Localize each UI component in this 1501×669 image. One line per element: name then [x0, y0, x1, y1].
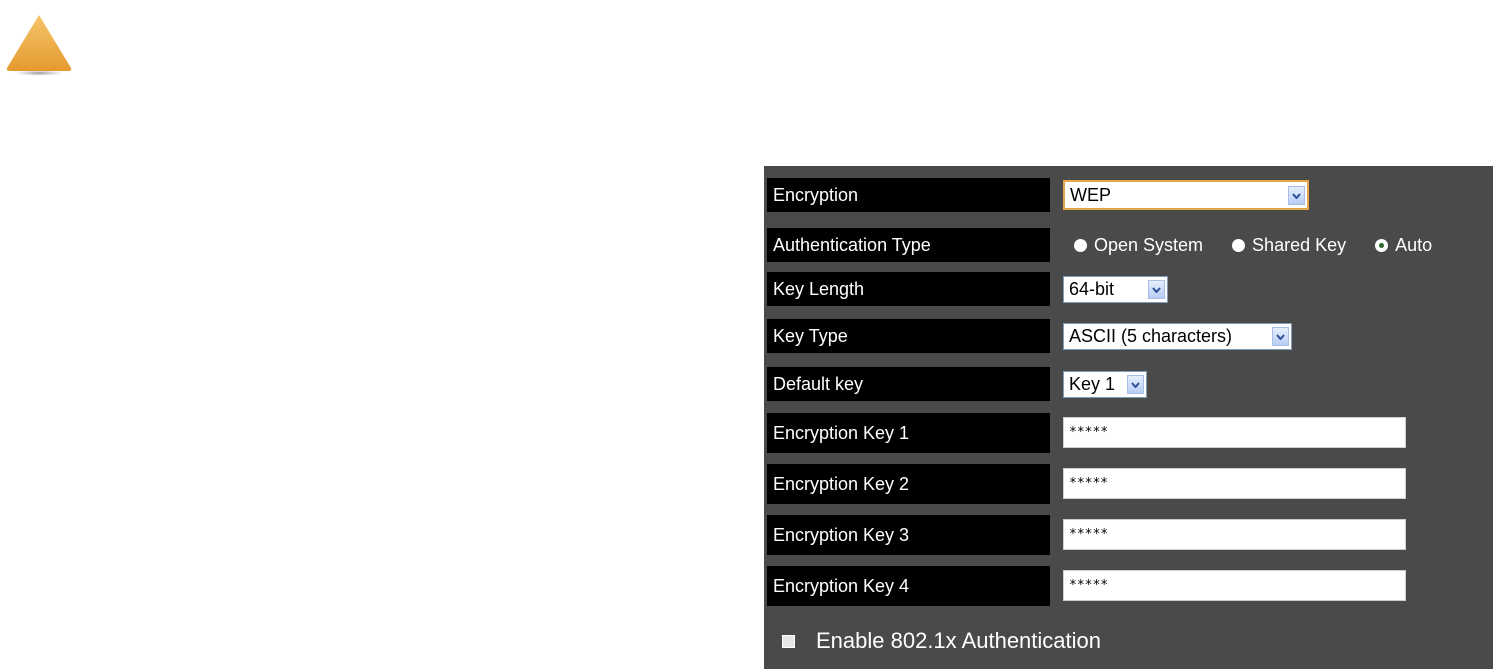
default-key-select[interactable]: Key 1	[1063, 371, 1147, 398]
chevron-down-icon[interactable]	[1288, 186, 1305, 205]
key-type-select[interactable]: ASCII (5 characters)	[1063, 323, 1292, 350]
encryption-select[interactable]: WEP	[1063, 180, 1309, 210]
key-length-select-value: 64-bit	[1069, 279, 1115, 299]
radio-open-system-label: Open System	[1094, 234, 1204, 255]
page: Encryption WEP Authentication Type Open …	[0, 0, 1501, 669]
radio-button-selected-icon[interactable]	[1375, 238, 1389, 252]
enable-8021x-checkbox[interactable]	[782, 634, 795, 648]
chevron-down-icon[interactable]	[1272, 327, 1289, 346]
radio-shared-key[interactable]: Shared Key	[1232, 235, 1346, 256]
encryption-key-3-input[interactable]: *****	[1063, 519, 1406, 550]
default-key-select-value: Key 1	[1069, 374, 1116, 394]
encryption-label: Encryption	[767, 178, 1050, 212]
encryption-key-3-label: Encryption Key 3	[767, 515, 1050, 555]
wireless-security-panel: Encryption WEP Authentication Type Open …	[764, 166, 1493, 669]
key-type-label: Key Type	[767, 319, 1050, 353]
encryption-row: Encryption WEP	[764, 178, 1493, 212]
enable-8021x-label: Enable 802.1x Authentication	[816, 628, 1102, 653]
radio-auto-label: Auto	[1395, 234, 1433, 255]
encryption-key-4-input[interactable]: *****	[1063, 570, 1406, 601]
encryption-key-3-row: Encryption Key 3 *****	[764, 515, 1493, 555]
radio-auto[interactable]: Auto	[1375, 235, 1432, 256]
chevron-down-icon[interactable]	[1127, 375, 1144, 394]
authentication-row: Authentication Type Open System Shared K…	[764, 228, 1493, 262]
encryption-key-4-row: Encryption Key 4 *****	[764, 566, 1493, 606]
default-key-row: Default key Key 1	[764, 367, 1493, 401]
encryption-key-1-label: Encryption Key 1	[767, 413, 1050, 453]
authentication-label: Authentication Type	[767, 228, 1050, 262]
key-length-row: Key Length 64-bit	[764, 272, 1493, 306]
radio-shared-key-label: Shared Key	[1252, 234, 1347, 255]
key-length-label: Key Length	[767, 272, 1050, 306]
radio-open-system[interactable]: Open System	[1074, 235, 1203, 256]
radio-button-icon[interactable]	[1074, 238, 1087, 252]
key-type-row: Key Type ASCII (5 characters)	[764, 319, 1493, 353]
key-length-select[interactable]: 64-bit	[1063, 276, 1168, 303]
encryption-key-2-label: Encryption Key 2	[767, 464, 1050, 504]
encryption-key-1-row: Encryption Key 1 *****	[764, 413, 1493, 453]
encryption-key-4-label: Encryption Key 4	[767, 566, 1050, 606]
enable-8021x-row[interactable]: Enable 802.1x Authentication	[782, 628, 1101, 654]
warning-triangle-icon	[6, 15, 72, 76]
encryption-key-1-input[interactable]: *****	[1063, 417, 1406, 448]
default-key-label: Default key	[767, 367, 1050, 401]
encryption-key-2-row: Encryption Key 2 *****	[764, 464, 1493, 504]
radio-button-icon[interactable]	[1232, 238, 1246, 252]
encryption-key-2-input[interactable]: *****	[1063, 468, 1406, 499]
key-type-select-value: ASCII (5 characters)	[1069, 326, 1233, 346]
chevron-down-icon[interactable]	[1148, 280, 1165, 299]
encryption-select-value: WEP	[1070, 184, 1112, 205]
authentication-radio-group: Open System Shared Key Auto	[1074, 235, 1432, 256]
